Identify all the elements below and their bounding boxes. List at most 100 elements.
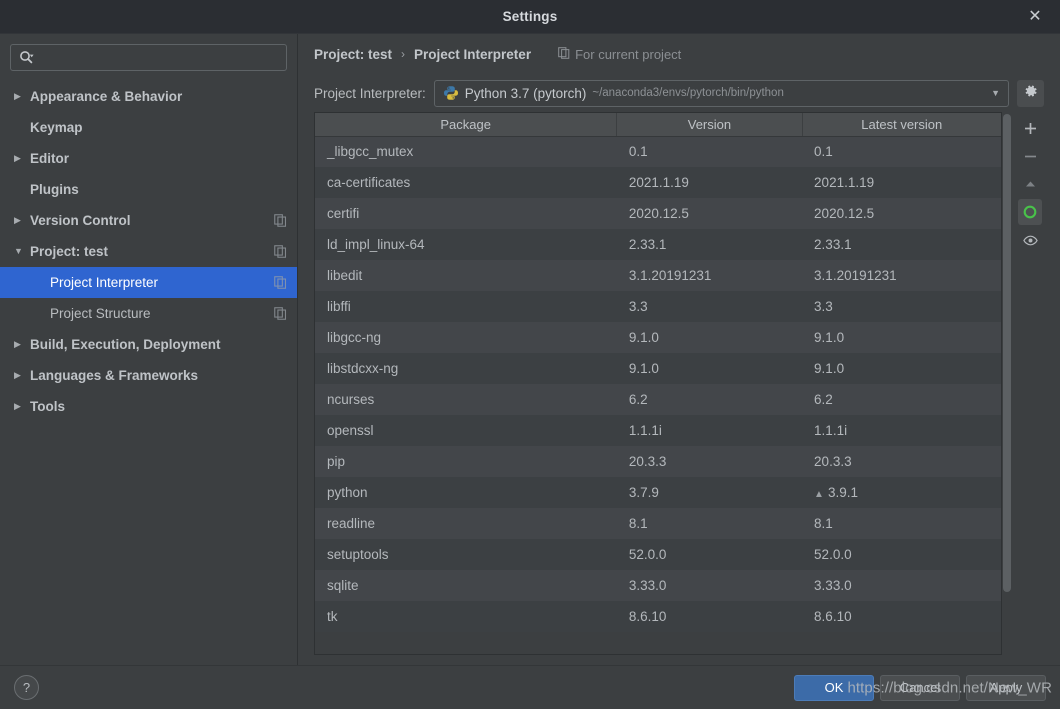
sidebar-item-project-interpreter[interactable]: Project Interpreter [0,267,297,298]
packages-scrollbar[interactable] [1002,112,1012,655]
copy-icon [273,245,287,259]
chevron-down-icon[interactable]: ▼ [985,88,1000,98]
chevron-right-icon[interactable]: ▶ [14,340,30,349]
search-input[interactable] [38,50,280,65]
table-row[interactable]: sqlite 3.33.0 3.33.0 [315,570,1001,601]
cell-package: libedit [327,268,363,283]
table-row[interactable]: readline 8.1 8.1 [315,508,1001,539]
table-row[interactable]: ncurses 6.2 6.2 [315,384,1001,415]
cell-latest-version: 20.3.3 [814,454,852,469]
chevron-right-icon[interactable]: ▶ [14,216,30,225]
add-package-button[interactable] [1018,115,1042,141]
breadcrumb-project[interactable]: Project: test [314,47,392,62]
table-row[interactable]: libffi 3.3 3.3 [315,291,1001,322]
packages-table-box: Package Version Latest version _libgcc_m… [314,112,1002,655]
cell-version: 2.33.1 [628,237,667,252]
close-icon[interactable]: ✕ [1024,6,1046,28]
packages-table: Package Version Latest version _libgcc_m… [315,113,1001,632]
table-row[interactable]: libedit 3.1.20191231 3.1.20191231 [315,260,1001,291]
cell-version: 9.1.0 [628,330,659,345]
settings-tree: ▶ Appearance & Behavior Keymap ▶ Editor Plugi… [0,79,297,665]
sidebar-item-editor[interactable]: ▶ Editor [0,143,297,174]
cancel-button[interactable]: Cancel [880,674,960,701]
for-current-project[interactable]: For current project [558,47,681,62]
remove-package-button[interactable] [1018,143,1042,169]
cell-version: 9.1.0 [628,361,659,376]
scrollbar-thumb[interactable] [1003,114,1011,592]
cell-version: 52.0.0 [628,547,667,562]
sidebar-search-wrap [0,40,297,79]
cell-version: 3.3 [628,299,648,314]
sidebar-item-version-control[interactable]: ▶ Version Control [0,205,297,236]
python-icon [443,85,459,101]
copy-icon [273,307,287,321]
sidebar-item-keymap[interactable]: Keymap [0,112,297,143]
cell-package: ld_impl_linux-64 [327,237,425,252]
cell-package: python [327,485,368,500]
table-row[interactable]: openssl 1.1.1i 1.1.1i [315,415,1001,446]
apply-button[interactable]: Apply [966,674,1046,701]
table-row[interactable]: libstdcxx-ng 9.1.0 9.1.0 [315,353,1001,384]
column-header-latest-version[interactable]: Latest version [802,113,1001,137]
sidebar-item-plugins[interactable]: Plugins [0,174,297,205]
interpreter-label: Project Interpreter: [314,85,426,101]
gear-icon [1024,84,1038,103]
cell-package: readline [327,516,376,531]
cell-package: setuptools [327,547,389,562]
cell-version: 3.1.20191231 [628,268,712,283]
table-row[interactable]: ld_impl_linux-64 2.33.1 2.33.1 [315,229,1001,260]
eye-icon[interactable] [1018,227,1042,253]
search-icon [19,50,34,65]
sidebar-item-label: Languages & Frameworks [30,368,199,383]
interpreter-combobox[interactable]: Python 3.7 (pytorch) ~/anaconda3/envs/py… [433,79,1009,107]
sidebar-item-languages-frameworks[interactable]: ▶ Languages & Frameworks [0,360,297,391]
column-header-package[interactable]: Package [315,113,618,137]
cell-latest-version: 6.2 [814,392,833,407]
cell-version: 1.1.1i [628,423,662,438]
search-box[interactable] [10,44,287,71]
sidebar: ▶ Appearance & Behavior Keymap ▶ Editor Plugi… [0,34,298,665]
dialog-body: ▶ Appearance & Behavior Keymap ▶ Editor Plugi… [0,33,1060,665]
cell-latest-version: 9.1.0 [814,361,845,376]
upgrade-package-button[interactable] [1018,171,1042,197]
sidebar-item-label: Editor [30,151,69,166]
chevron-right-icon[interactable]: ▶ [14,371,30,380]
cell-latest-version: 3.3 [814,299,833,314]
upgrade-available-icon: ▲ [814,489,824,500]
table-row[interactable]: _libgcc_mutex 0.1 0.1 [315,136,1001,167]
table-row[interactable]: libgcc-ng 9.1.0 9.1.0 [315,322,1001,353]
table-row[interactable]: ca-certificates 2021.1.19 2021.1.19 [315,167,1001,198]
cell-version: 8.1 [628,516,648,531]
chevron-down-icon[interactable]: ▼ [14,247,30,256]
settings-dialog: Settings ✕ ▶ Appearance & Behavior Keyma… [0,0,1060,709]
column-header-version[interactable]: Version [616,113,803,137]
sidebar-item-appearance-behavior[interactable]: ▶ Appearance & Behavior [0,81,297,112]
sidebar-item-label: Plugins [30,182,79,197]
chevron-right-icon[interactable]: ▶ [14,402,30,411]
table-row[interactable]: tk 8.6.10 8.6.10 [315,601,1001,632]
table-header-row: Package Version Latest version [315,113,1001,137]
interpreter-settings-button[interactable] [1017,79,1044,107]
packages-table-head: Package Version Latest version [315,113,1001,137]
cell-package: libgcc-ng [327,330,382,345]
sidebar-item-build-execution-deployment[interactable]: ▶ Build, Execution, Deployment [0,329,297,360]
table-row[interactable]: python 3.7.9 ▲ 3.9.1 [315,477,1001,508]
ok-button[interactable]: OK [794,674,874,701]
conda-icon[interactable] [1018,199,1042,225]
sidebar-item-label: Tools [30,399,65,414]
chevron-right-icon[interactable]: ▶ [14,154,30,163]
interpreter-name: Python 3.7 (pytorch) [464,85,587,101]
cell-package: libffi [327,299,351,314]
sidebar-item-project-structure[interactable]: Project Structure [0,298,297,329]
help-button[interactable]: ? [14,675,39,700]
sidebar-item-tools[interactable]: ▶ Tools [0,391,297,422]
table-row[interactable]: certifi 2020.12.5 2020.12.5 [315,198,1001,229]
footer: ? OK Cancel Apply https://blog.csdn.net/… [0,665,1060,709]
cell-package: ncurses [327,392,375,407]
sidebar-item-project-test[interactable]: ▼ Project: test [0,236,297,267]
cell-package: ca-certificates [327,175,411,190]
for-current-project-label: For current project [575,46,682,62]
table-row[interactable]: setuptools 52.0.0 52.0.0 [315,539,1001,570]
table-row[interactable]: pip 20.3.3 20.3.3 [315,446,1001,477]
chevron-right-icon[interactable]: ▶ [14,92,30,101]
